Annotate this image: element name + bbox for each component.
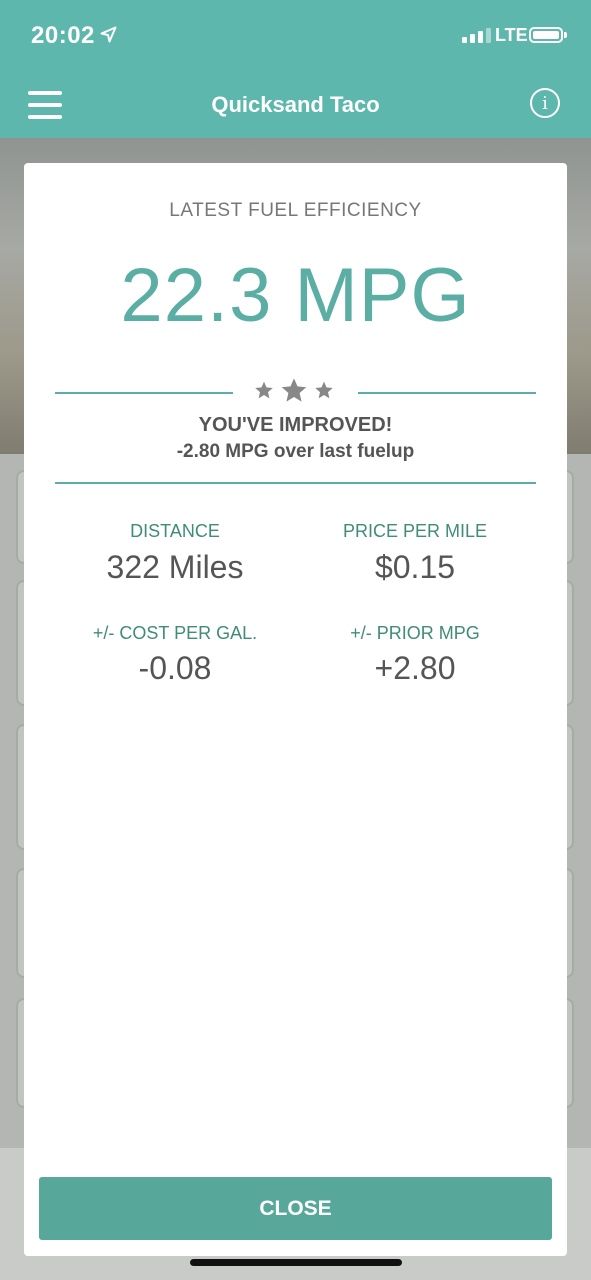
improvement-detail: -2.80 MPG over last fuelup — [176, 441, 415, 462]
prior-mpg-value: +2.80 — [374, 650, 456, 686]
divider — [358, 392, 536, 394]
distance-label: DISTANCE — [130, 521, 220, 541]
price-per-mile-value: $0.15 — [374, 549, 456, 585]
distance-value: 322 Miles — [106, 549, 244, 585]
cost-per-gal-value: -0.08 — [138, 650, 212, 686]
rating-stars — [254, 376, 334, 404]
prior-mpg-label: +/- PRIOR MPG — [350, 623, 480, 643]
divider — [55, 392, 233, 394]
app-header: 20:02 LTE Quicksand Taco i — [0, 0, 591, 138]
status-time: 20:02 — [31, 22, 95, 49]
signal-icon — [462, 28, 491, 43]
battery-cap — [564, 32, 567, 38]
close-button[interactable]: CLOSE — [39, 1177, 552, 1240]
modal-heading: LATEST FUEL EFFICIENCY — [169, 200, 422, 221]
divider — [55, 482, 536, 484]
home-indicator[interactable] — [190, 1259, 402, 1266]
star-icon — [315, 381, 333, 399]
info-icon[interactable]: i — [530, 88, 560, 118]
page-title: Quicksand Taco — [211, 92, 380, 117]
network-type: LTE — [495, 25, 528, 45]
star-icon — [255, 381, 273, 399]
efficiency-value: 22.3 MPG — [120, 253, 471, 338]
cost-per-gal-label: +/- COST PER GAL. — [92, 623, 258, 643]
star-icon — [281, 378, 307, 402]
location-arrow-icon — [100, 26, 117, 43]
battery-icon — [529, 27, 563, 43]
improvement-title: YOU'VE IMPROVED! — [198, 414, 393, 436]
price-per-mile-label: PRICE PER MILE — [342, 521, 488, 541]
